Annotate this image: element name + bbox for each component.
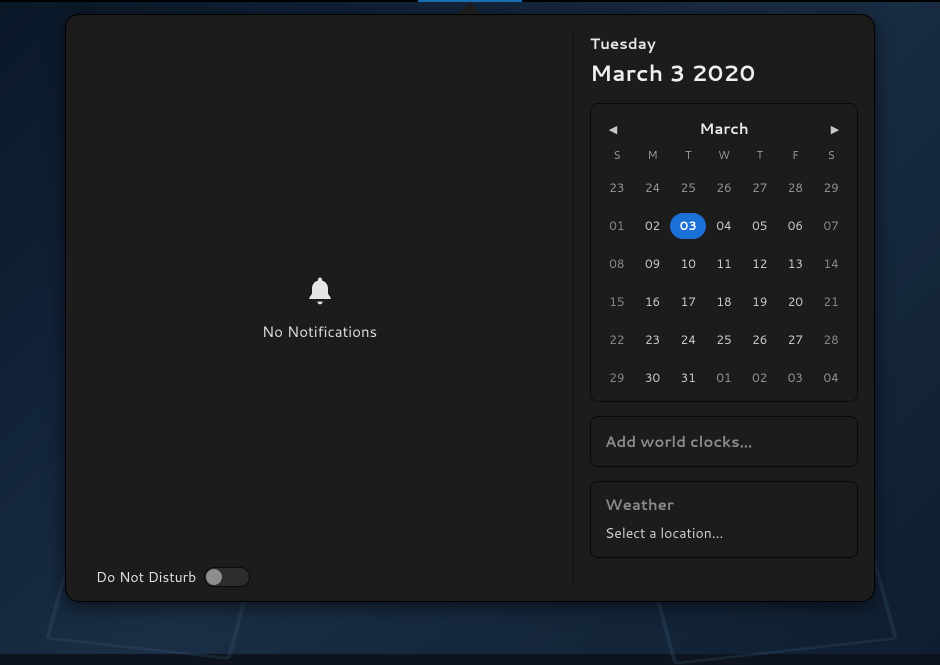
calendar-day-cell[interactable]: 03 (778, 365, 814, 391)
calendar-day-cell[interactable]: 29 (813, 175, 849, 201)
calendar-dow-header: S (599, 147, 635, 163)
calendar-day-cell[interactable]: 29 (599, 365, 635, 391)
weather-title: Weather (605, 494, 843, 515)
next-month-button[interactable]: ▶ (825, 119, 845, 139)
calendar-day-cell[interactable]: 26 (706, 175, 742, 201)
notifications-empty-state: No Notifications (66, 15, 573, 601)
calendar-dow-header: W (706, 147, 742, 163)
add-world-clocks-button[interactable]: Add world clocks… (590, 416, 858, 467)
triangle-right-icon: ▶ (831, 121, 839, 137)
toggle-knob (206, 569, 222, 585)
calendar-day-cell[interactable]: 24 (635, 175, 671, 201)
weather-card[interactable]: Weather Select a location… (590, 481, 858, 558)
calendar-day-cell[interactable]: 22 (599, 327, 635, 353)
calendar-day-cell[interactable]: 18 (706, 289, 742, 315)
calendar-day-cell[interactable]: 02 (742, 365, 778, 391)
calendar-day-cell[interactable]: 21 (813, 289, 849, 315)
notifications-pane: No Notifications Do Not Disturb (66, 15, 573, 601)
calendar-day-cell[interactable]: 19 (742, 289, 778, 315)
calendar-day-cell[interactable]: 01 (706, 365, 742, 391)
calendar-day-cell[interactable]: 13 (778, 251, 814, 277)
weekday-label: Tuesday (590, 33, 858, 54)
calendar-day-cell[interactable]: 26 (742, 327, 778, 353)
calendar-dow-header: S (813, 147, 849, 163)
calendar-day-cell[interactable]: 03 (670, 213, 706, 239)
calendar-dow-header: T (670, 147, 706, 163)
do-not-disturb-toggle[interactable] (204, 567, 250, 587)
calendar-day-cell[interactable]: 23 (599, 175, 635, 201)
calendar-day-cell[interactable]: 30 (635, 365, 671, 391)
calendar-day-cell[interactable]: 11 (706, 251, 742, 277)
calendar-day-cell[interactable]: 10 (670, 251, 706, 277)
calendar-day-cell[interactable]: 05 (742, 213, 778, 239)
calendar-day-cell[interactable]: 04 (706, 213, 742, 239)
bell-icon (304, 275, 336, 307)
calendar-day-cell[interactable]: 02 (635, 213, 671, 239)
full-date-label: March 3 2020 (590, 58, 858, 89)
calendar-day-cell[interactable]: 01 (599, 213, 635, 239)
calendar-day-cell[interactable]: 27 (778, 327, 814, 353)
no-notifications-label: No Notifications (262, 321, 377, 342)
calendar-day-cell[interactable]: 27 (742, 175, 778, 201)
calendar-day-cell[interactable]: 24 (670, 327, 706, 353)
calendar-month-label: March (699, 118, 748, 139)
calendar-day-cell[interactable]: 28 (778, 175, 814, 201)
calendar-day-cell[interactable]: 17 (670, 289, 706, 315)
calendar-pane: Tuesday March 3 2020 ◀ March ▶ SMTWTFS23… (574, 15, 874, 601)
date-header: Tuesday March 3 2020 (590, 33, 858, 89)
triangle-left-icon: ◀ (609, 121, 617, 137)
calendar-day-cell[interactable]: 20 (778, 289, 814, 315)
calendar-day-cell[interactable]: 12 (742, 251, 778, 277)
datetime-popover: No Notifications Do Not Disturb Tuesday … (65, 14, 875, 602)
calendar-day-cell[interactable]: 25 (706, 327, 742, 353)
calendar-day-cell[interactable]: 15 (599, 289, 635, 315)
calendar-dow-header: F (778, 147, 814, 163)
calendar-header: ◀ March ▶ (595, 114, 853, 147)
calendar-day-cell[interactable]: 08 (599, 251, 635, 277)
prev-month-button[interactable]: ◀ (603, 119, 623, 139)
calendar-dow-header: T (742, 147, 778, 163)
calendar-dow-header: M (635, 147, 671, 163)
calendar-grid: SMTWTFS232425262728290102030405060708091… (595, 147, 853, 391)
do-not-disturb-label: Do Not Disturb (96, 567, 196, 587)
calendar-day-cell[interactable]: 23 (635, 327, 671, 353)
weather-subtitle: Select a location… (605, 523, 843, 543)
calendar-day-cell[interactable]: 04 (813, 365, 849, 391)
calendar-day-cell[interactable]: 14 (813, 251, 849, 277)
calendar-day-cell[interactable]: 07 (813, 213, 849, 239)
calendar-day-cell[interactable]: 28 (813, 327, 849, 353)
popover-arrow (458, 2, 482, 14)
do-not-disturb-row: Do Not Disturb (96, 567, 250, 587)
calendar-day-cell[interactable]: 31 (670, 365, 706, 391)
calendar-day-cell[interactable]: 16 (635, 289, 671, 315)
calendar-day-cell[interactable]: 06 (778, 213, 814, 239)
add-world-clocks-label: Add world clocks… (605, 431, 843, 452)
calendar-day-cell[interactable]: 25 (670, 175, 706, 201)
calendar-card: ◀ March ▶ SMTWTFS23242526272829010203040… (590, 103, 858, 402)
calendar-day-cell[interactable]: 09 (635, 251, 671, 277)
